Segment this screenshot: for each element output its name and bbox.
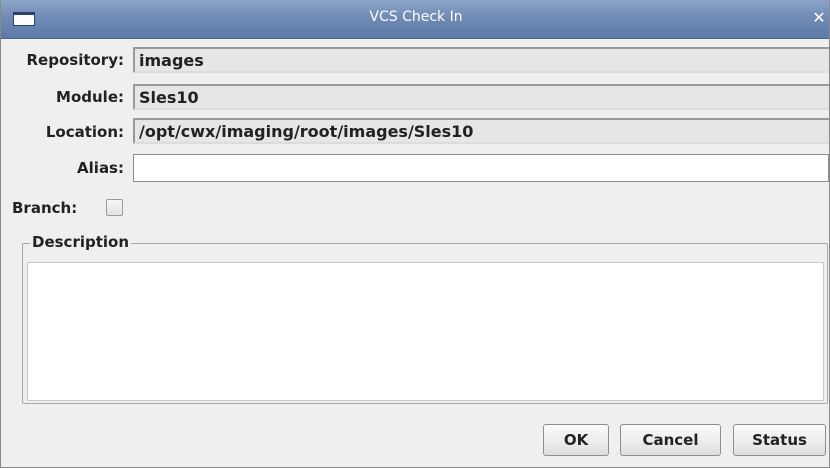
- alias-label: Alias:: [77, 159, 124, 177]
- description-legend: Description: [30, 233, 132, 251]
- location-field: /opt/cwx/imaging/root/images/Sles10: [133, 118, 829, 144]
- ok-button[interactable]: OK: [543, 424, 609, 456]
- status-button[interactable]: Status: [733, 424, 826, 456]
- branch-label: Branch:: [12, 199, 78, 217]
- vcs-check-in-dialog: VCS Check In ✕ Repository: images Module…: [0, 0, 830, 468]
- module-field: Sles10: [133, 84, 829, 110]
- alias-input[interactable]: [133, 154, 829, 182]
- title-bar[interactable]: VCS Check In ✕: [1, 0, 829, 39]
- description-textarea[interactable]: [27, 262, 824, 401]
- location-label: Location:: [45, 123, 124, 141]
- cancel-button[interactable]: Cancel: [620, 424, 721, 456]
- repository-field: images: [133, 47, 829, 73]
- module-label: Module:: [56, 88, 124, 106]
- close-icon[interactable]: ✕: [809, 8, 829, 28]
- repository-label: Repository:: [26, 51, 125, 69]
- window-title: VCS Check In: [369, 9, 463, 25]
- branch-checkbox[interactable]: [106, 199, 123, 216]
